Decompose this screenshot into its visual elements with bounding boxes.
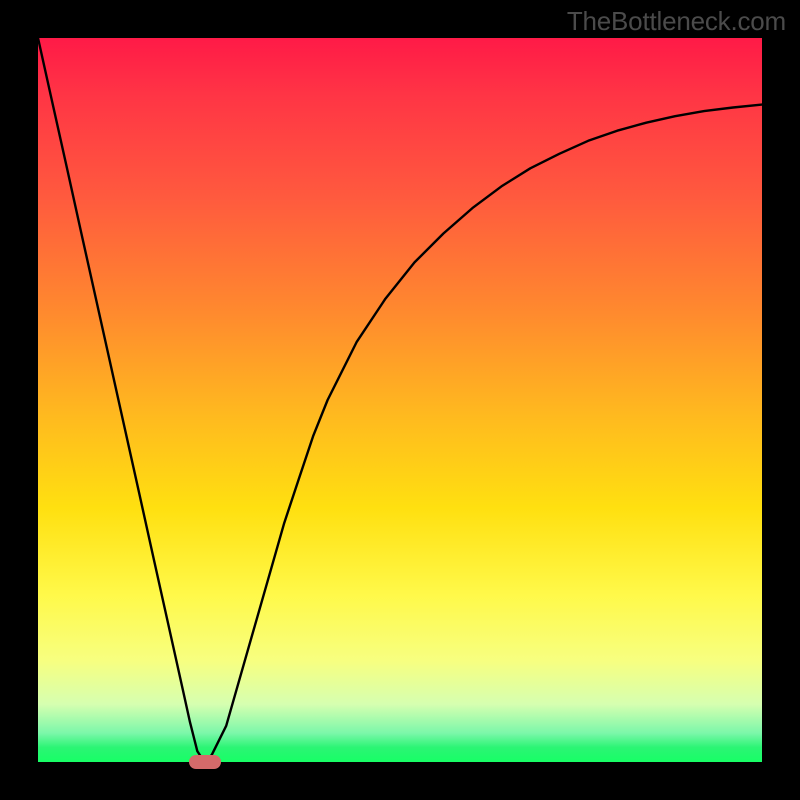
minimum-marker (189, 755, 221, 769)
plot-area (38, 38, 762, 762)
curve-path (38, 38, 762, 762)
bottleneck-curve (38, 38, 762, 762)
watermark-text: TheBottleneck.com (567, 6, 786, 37)
chart-frame: TheBottleneck.com (0, 0, 800, 800)
